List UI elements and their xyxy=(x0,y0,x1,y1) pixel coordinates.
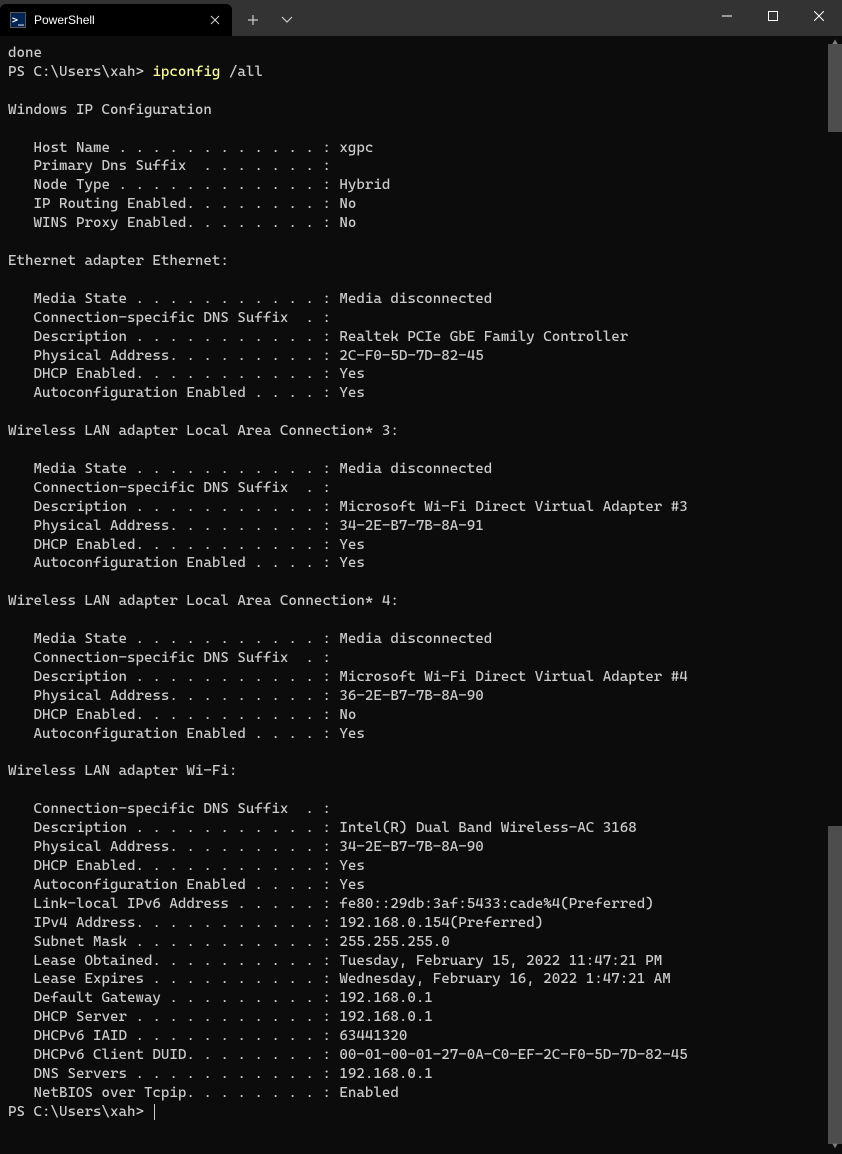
output-line: Description . . . . . . . . . . . : Inte… xyxy=(8,820,637,836)
output-line: Host Name . . . . . . . . . . . . : xgpc xyxy=(8,140,373,156)
section-header: Wireless LAN adapter Wi-Fi: xyxy=(8,763,237,779)
output-line: Autoconfiguration Enabled . . . . : Yes xyxy=(8,555,365,571)
output-line: Description . . . . . . . . . . . : Micr… xyxy=(8,499,688,515)
powershell-icon: >_ xyxy=(10,12,26,28)
output-line: Autoconfiguration Enabled . . . . : Yes xyxy=(8,385,365,401)
command-name: ipconfig xyxy=(152,64,220,80)
section-header: Wireless LAN adapter Local Area Connecti… xyxy=(8,593,399,609)
output-line: Media State . . . . . . . . . . . : Medi… xyxy=(8,291,492,307)
tab-actions xyxy=(236,4,304,36)
cursor xyxy=(154,1104,155,1120)
tab-title: PowerShell xyxy=(34,13,206,27)
output-line: Lease Obtained. . . . . . . . . . : Tues… xyxy=(8,953,662,969)
output-line: Media State . . . . . . . . . . . : Medi… xyxy=(8,631,492,647)
scrollbar[interactable]: ▲ ▼ xyxy=(828,36,842,1154)
output-line: Default Gateway . . . . . . . . . : 192.… xyxy=(8,990,433,1006)
maximize-button[interactable] xyxy=(750,0,796,32)
output-line: WINS Proxy Enabled. . . . . . . . : No xyxy=(8,215,356,231)
prompt: PS C:\Users\xah> xyxy=(8,64,152,80)
output-line: NetBIOS over Tcpip. . . . . . . . : Enab… xyxy=(8,1085,399,1101)
output-line: done xyxy=(8,45,42,61)
output-line: Autoconfiguration Enabled . . . . : Yes xyxy=(8,726,365,742)
section-header: Wireless LAN adapter Local Area Connecti… xyxy=(8,423,399,439)
output-line: Connection-specific DNS Suffix . : xyxy=(8,480,331,496)
tab-close-button[interactable] xyxy=(206,11,224,29)
output-line: Link-local IPv6 Address . . . . . : fe80… xyxy=(8,896,654,912)
output-line: DHCP Enabled. . . . . . . . . . . : Yes xyxy=(8,537,365,553)
output-line: Connection-specific DNS Suffix . : xyxy=(8,310,331,326)
output-line: Media State . . . . . . . . . . . : Medi… xyxy=(8,461,492,477)
minimize-button[interactable] xyxy=(704,0,750,32)
output-line: Primary Dns Suffix . . . . . . . : xyxy=(8,158,331,174)
tab-powershell[interactable]: >_ PowerShell xyxy=(0,4,232,36)
output-line: DHCP Enabled. . . . . . . . . . . : Yes xyxy=(8,366,365,382)
output-line: Node Type . . . . . . . . . . . . : Hybr… xyxy=(8,177,390,193)
output-line: Physical Address. . . . . . . . . : 36-2… xyxy=(8,688,484,704)
close-button[interactable] xyxy=(796,0,842,32)
prompt: PS C:\Users\xah> xyxy=(8,1104,152,1120)
window-controls xyxy=(704,0,842,32)
scrollbar-thumb[interactable] xyxy=(828,826,842,1144)
tab-strip: >_ PowerShell xyxy=(0,0,304,36)
output-line: IPv4 Address. . . . . . . . . . . : 192.… xyxy=(8,915,543,931)
output-line: Physical Address. . . . . . . . . : 2C-F… xyxy=(8,348,484,364)
output-line: Connection-specific DNS Suffix . : xyxy=(8,801,331,817)
tab-dropdown-button[interactable] xyxy=(270,4,304,36)
title-bar: >_ PowerShell xyxy=(0,0,842,36)
output-line: Description . . . . . . . . . . . : Real… xyxy=(8,329,628,345)
output-line: Physical Address. . . . . . . . . : 34-2… xyxy=(8,839,484,855)
section-header: Windows IP Configuration xyxy=(8,102,212,118)
output-line: DHCP Enabled. . . . . . . . . . . : No xyxy=(8,707,356,723)
scrollbar-thumb[interactable] xyxy=(828,44,842,132)
output-line: DNS Servers . . . . . . . . . . . : 192.… xyxy=(8,1066,433,1082)
output-line: Connection-specific DNS Suffix . : xyxy=(8,650,331,666)
output-line: DHCP Server . . . . . . . . . . . : 192.… xyxy=(8,1009,433,1025)
scroll-down-icon[interactable]: ▼ xyxy=(828,1140,842,1154)
output-line: DHCPv6 IAID . . . . . . . . . . . : 6344… xyxy=(8,1028,407,1044)
output-line: Lease Expires . . . . . . . . . . : Wedn… xyxy=(8,971,671,987)
terminal-output[interactable]: done PS C:\Users\xah> ipconfig /all Wind… xyxy=(0,36,842,1154)
output-line: DHCPv6 Client DUID. . . . . . . . : 00-0… xyxy=(8,1047,688,1063)
output-line: IP Routing Enabled. . . . . . . . : No xyxy=(8,196,356,212)
section-header: Ethernet adapter Ethernet: xyxy=(8,253,229,269)
output-line: Autoconfiguration Enabled . . . . : Yes xyxy=(8,877,365,893)
output-line: Description . . . . . . . . . . . : Micr… xyxy=(8,669,688,685)
new-tab-button[interactable] xyxy=(236,4,270,36)
output-line: Physical Address. . . . . . . . . : 34-2… xyxy=(8,518,484,534)
output-line: Subnet Mask . . . . . . . . . . . : 255.… xyxy=(8,934,450,950)
command-arg: /all xyxy=(220,64,262,80)
output-line: DHCP Enabled. . . . . . . . . . . : Yes xyxy=(8,858,365,874)
